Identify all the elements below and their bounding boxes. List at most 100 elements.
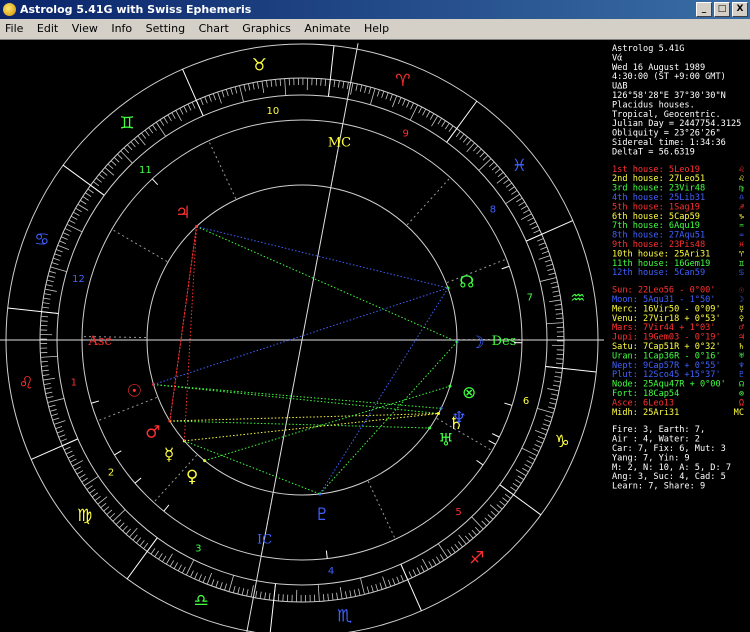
astrolog-app-icon xyxy=(3,3,16,16)
menu-file[interactable]: File xyxy=(0,19,28,39)
degree-tick xyxy=(471,529,477,536)
menu-help[interactable]: Help xyxy=(359,19,394,39)
menu-bar: File Edit View Info Setting Chart Graphi… xyxy=(0,19,750,40)
maximize-button[interactable]: □ xyxy=(714,2,730,17)
degree-tick xyxy=(95,177,102,183)
planet-fort-glyph[interactable]: ⊗ xyxy=(462,383,476,403)
degree-tick xyxy=(106,509,113,515)
degree-tick xyxy=(101,170,108,176)
degree-tick xyxy=(534,444,542,448)
degree-tick xyxy=(350,82,354,95)
degree-tick xyxy=(91,492,99,498)
menu-animate[interactable]: Animate xyxy=(299,19,355,39)
degree-tick xyxy=(454,543,460,551)
degree-tick xyxy=(503,179,510,185)
house-number: 7 xyxy=(527,292,533,303)
degree-tick xyxy=(551,393,559,396)
menu-view[interactable]: View xyxy=(67,19,103,39)
degree-tick xyxy=(476,148,482,155)
planet-moon-glyph[interactable]: ☽ xyxy=(469,333,484,353)
sign-boundary xyxy=(7,307,59,315)
angle-label-des: Des xyxy=(492,334,517,349)
degree-tick xyxy=(437,118,442,125)
degree-tick xyxy=(428,561,433,568)
degree-tick xyxy=(59,240,67,245)
planet-plut-glyph[interactable]: ♇ xyxy=(314,505,329,525)
degree-tick xyxy=(547,406,555,410)
close-button[interactable]: X xyxy=(732,2,748,17)
degree-tick xyxy=(534,430,547,436)
planet-node-glyph[interactable]: ☊ xyxy=(459,272,474,292)
menu-info[interactable]: Info xyxy=(106,19,137,39)
menu-graphics[interactable]: Graphics xyxy=(237,19,296,39)
degree-tick xyxy=(371,585,374,593)
degree-tick xyxy=(360,577,365,595)
degree-tick xyxy=(447,549,452,556)
planet-tick xyxy=(501,265,510,270)
degree-tick xyxy=(43,297,51,300)
degree-tick xyxy=(490,510,497,517)
degree-tick xyxy=(82,196,89,201)
degree-tick xyxy=(471,516,484,530)
minimize-button[interactable]: _ xyxy=(696,2,712,17)
planet-venu-glyph[interactable]: ♀ xyxy=(186,467,198,487)
degree-tick xyxy=(200,98,204,106)
degree-tick xyxy=(422,558,429,570)
degree-tick xyxy=(516,197,523,203)
degree-tick xyxy=(526,460,534,465)
degree-tick xyxy=(552,290,560,293)
menu-setting[interactable]: Setting xyxy=(141,19,190,39)
degree-tick xyxy=(277,593,280,601)
house-number: 5 xyxy=(455,507,461,518)
degree-tick xyxy=(132,534,138,541)
degree-tick xyxy=(462,136,468,143)
planet-mars-glyph[interactable]: ♂ xyxy=(145,422,160,442)
degree-tick xyxy=(230,87,233,95)
degree-tick xyxy=(177,564,182,572)
degree-tick xyxy=(515,469,527,477)
degree-tick xyxy=(536,440,543,444)
degree-tick xyxy=(77,203,89,211)
degree-tick xyxy=(481,520,487,527)
degree-tick xyxy=(484,517,491,523)
degree-tick xyxy=(68,219,76,224)
planet-uran-glyph[interactable]: ♅ xyxy=(438,430,453,450)
planet-nept-glyph[interactable]: ♆ xyxy=(451,408,466,428)
degree-tick xyxy=(250,585,254,598)
degree-tick xyxy=(169,560,175,567)
menu-edit[interactable]: Edit xyxy=(32,19,63,39)
degree-tick xyxy=(389,93,393,101)
degree-tick xyxy=(410,102,414,110)
degree-tick xyxy=(98,174,105,180)
degree-tick xyxy=(375,584,379,591)
degree-tick xyxy=(468,532,474,539)
degree-tick xyxy=(62,232,70,236)
degree-tick xyxy=(143,542,149,549)
degree-tick xyxy=(437,543,449,558)
degree-tick xyxy=(75,207,82,213)
planet-tick xyxy=(488,440,496,445)
zodiac-sign-glyph: ♐ xyxy=(469,548,484,568)
degree-tick xyxy=(556,358,564,360)
degree-tick xyxy=(320,78,322,86)
degree-tick xyxy=(385,92,389,100)
degree-tick xyxy=(379,582,383,590)
planet-merc-glyph[interactable]: ☿ xyxy=(164,445,174,465)
degree-tick xyxy=(284,78,287,96)
degree-tick xyxy=(377,89,380,97)
degree-tick xyxy=(141,132,147,139)
natal-chart-wheel[interactable]: ♈♉♊♋♌♍♎♏♐♑♒♓123456789101112Asc DesMCIC☉☽☿… xyxy=(0,40,608,632)
house-number: 11 xyxy=(139,165,152,176)
degree-tick xyxy=(115,519,122,525)
degree-tick xyxy=(175,110,182,122)
degree-tick xyxy=(555,362,563,365)
degree-tick xyxy=(494,168,501,174)
info-line: Astrolog 5.41G xyxy=(612,44,684,54)
planet-sun-glyph[interactable]: ☉ xyxy=(127,381,142,401)
planet-tick xyxy=(163,504,170,512)
planet-jupi-glyph[interactable]: ♃ xyxy=(175,203,190,223)
element-stats-line: Learn: 7, Share: 9 xyxy=(612,482,705,492)
title-bar[interactable]: Astrolog 5.41G with Swiss Ephemeris _ □ … xyxy=(0,0,750,19)
menu-chart[interactable]: Chart xyxy=(194,19,234,39)
degree-tick xyxy=(55,426,63,430)
